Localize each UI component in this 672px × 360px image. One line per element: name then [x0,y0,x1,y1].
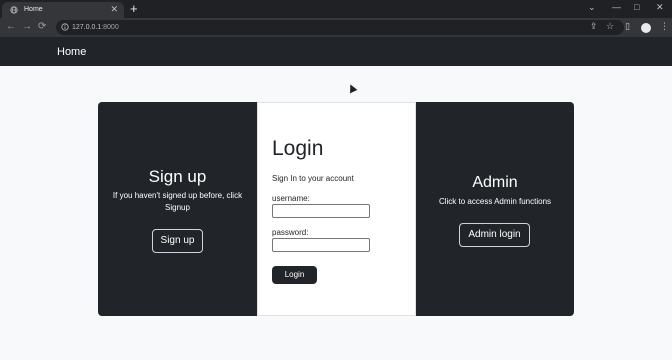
login-panel: Login Sign In to your account username: … [257,102,416,316]
mouse-cursor-icon [346,82,358,94]
password-label: password: [272,228,309,237]
navbar-home-link[interactable]: Home [57,46,86,58]
maximize-icon[interactable]: □ [634,2,639,12]
info-icon[interactable] [61,23,69,31]
minimize-icon[interactable]: — [612,2,621,12]
admin-description: Click to access Admin functions [438,197,552,206]
browser-toolbar: ← → ⟳ 127.0.0.1:8000 ⇪ ☆ ▯ ⋮ [0,18,672,37]
username-input[interactable] [272,204,370,218]
password-input[interactable] [272,238,370,252]
url-text: 127.0.0.1:8000 [72,24,119,31]
admin-login-button[interactable]: Admin login [459,223,530,247]
menu-icon[interactable]: ⋮ [660,21,669,32]
bookmark-star-icon[interactable]: ☆ [606,21,614,32]
tab-title: Home [24,6,43,13]
site-navbar: Home [0,37,672,66]
tab-close-icon[interactable]: ✕ [110,4,118,15]
profile-avatar-icon[interactable] [641,23,651,33]
reload-icon[interactable]: ⟳ [38,21,46,32]
signup-description: If you haven't signed up before, click S… [112,191,243,212]
login-button[interactable]: Login [272,266,317,284]
signup-title: Sign up [148,167,207,186]
login-subtitle: Sign In to your account [272,174,354,183]
window-close-icon[interactable]: ✕ [656,2,664,13]
side-panel-icon[interactable]: ▯ [625,21,630,32]
back-icon[interactable]: ← [6,21,16,32]
username-label: username: [272,194,310,203]
admin-panel: Admin Click to access Admin functions Ad… [416,102,574,316]
signup-button[interactable]: Sign up [152,229,203,253]
admin-title: Admin [472,174,518,191]
browser-tab[interactable]: Home ✕ [2,2,124,18]
share-icon[interactable]: ⇪ [590,21,598,32]
browser-tab-strip: Home ✕ + ⌄ — □ ✕ [0,0,672,18]
address-bar[interactable]: 127.0.0.1:8000 [56,20,624,35]
url-host: 127.0.0.1 [72,24,102,31]
forward-icon[interactable]: → [22,21,32,32]
url-port: :8000 [101,24,119,31]
new-tab-icon[interactable]: + [130,1,138,16]
globe-icon [10,6,18,14]
tab-search-icon[interactable]: ⌄ [588,2,596,13]
login-title: Login [272,137,324,160]
signup-panel: Sign up If you haven't signed up before,… [98,102,257,316]
